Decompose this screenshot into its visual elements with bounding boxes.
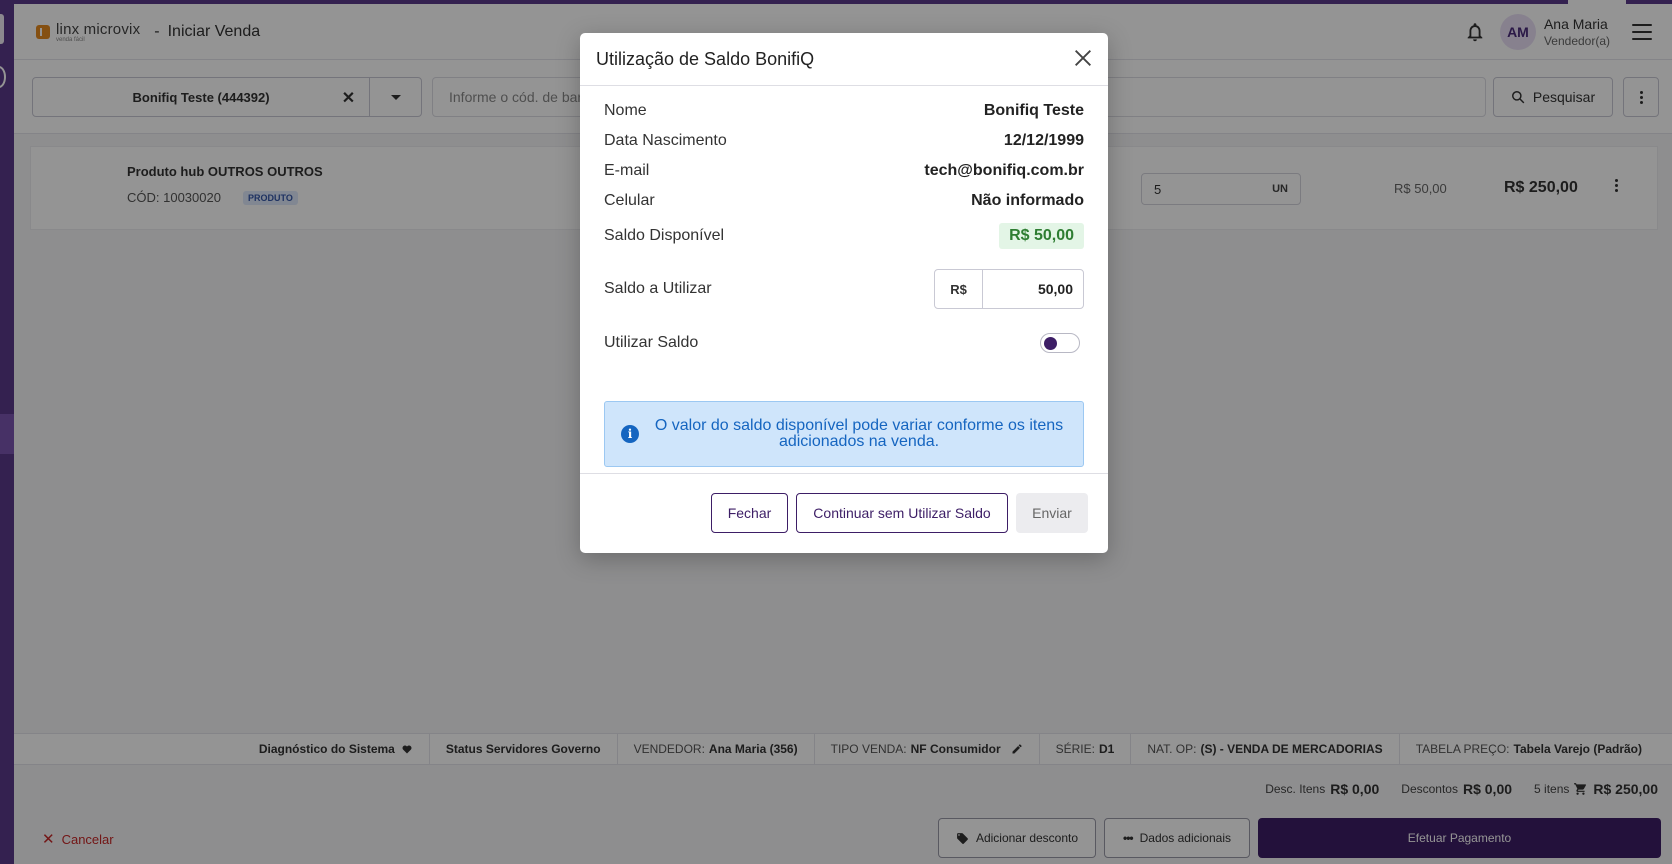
use-amount-value: 50,00 bbox=[1037, 281, 1073, 297]
balance-badge: R$ 50,00 bbox=[999, 223, 1084, 249]
email-value: tech@bonifiq.com.br bbox=[924, 162, 1084, 179]
balance-row: Saldo Disponível R$ 50,00 bbox=[604, 223, 1084, 249]
close-icon[interactable] bbox=[1072, 47, 1094, 69]
name-row: Nome Bonifiq Teste bbox=[604, 99, 1084, 123]
use-toggle-row: Utilizar Saldo bbox=[604, 331, 1084, 355]
name-value: Bonifiq Teste bbox=[983, 102, 1084, 119]
use-balance-toggle[interactable] bbox=[1040, 333, 1080, 353]
currency-prefix: R$ bbox=[935, 270, 983, 308]
birth-value: 12/12/1999 bbox=[1003, 132, 1084, 149]
info-text: O valor do saldo disponível pode variar … bbox=[654, 417, 1064, 450]
continue-without-balance-button[interactable]: Continuar sem Utilizar Saldo bbox=[796, 493, 1008, 533]
balance-label: Saldo Disponível bbox=[604, 227, 725, 244]
close-button[interactable]: Fechar bbox=[711, 493, 788, 533]
email-label: E-mail bbox=[604, 162, 650, 179]
use-amount-input[interactable]: R$ 50,00 bbox=[934, 269, 1084, 309]
birth-label: Data Nascimento bbox=[604, 132, 727, 149]
name-label: Nome bbox=[604, 102, 647, 119]
send-button[interactable]: Enviar bbox=[1016, 493, 1088, 533]
dialog-title: Utilização de Saldo BonifiQ bbox=[596, 48, 815, 69]
use-amount-row: Saldo a Utilizar R$ 50,00 bbox=[604, 269, 1084, 309]
use-toggle-label: Utilizar Saldo bbox=[604, 334, 699, 351]
bonifiq-balance-dialog: Utilização de Saldo BonifiQ Nome Bonifiq… bbox=[580, 33, 1108, 553]
email-row: E-mail tech@bonifiq.com.br bbox=[604, 159, 1084, 183]
dialog-footer: Fechar Continuar sem Utilizar Saldo Envi… bbox=[580, 473, 1108, 553]
info-icon: i bbox=[621, 425, 639, 443]
phone-label: Celular bbox=[604, 192, 655, 209]
birth-row: Data Nascimento 12/12/1999 bbox=[604, 129, 1084, 153]
phone-value: Não informado bbox=[971, 192, 1084, 209]
use-amount-label: Saldo a Utilizar bbox=[604, 280, 712, 297]
info-alert: i O valor do saldo disponível pode varia… bbox=[604, 401, 1084, 467]
phone-row: Celular Não informado bbox=[604, 189, 1084, 213]
